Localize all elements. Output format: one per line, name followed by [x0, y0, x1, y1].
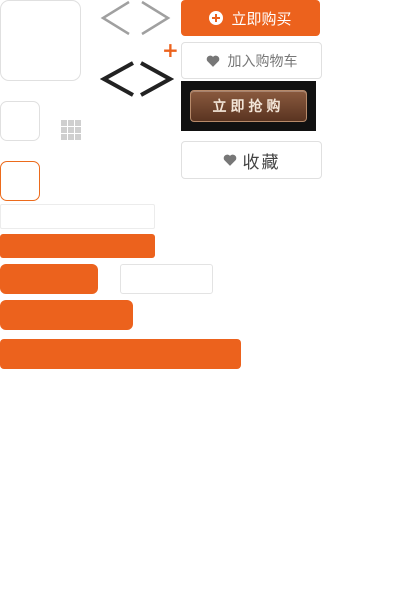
heart-icon: [206, 55, 219, 67]
add-to-cart-button[interactable]: 加入购物车: [181, 42, 322, 79]
thumbnail-placeholder-selected[interactable]: [0, 161, 40, 201]
input-field[interactable]: [0, 204, 155, 229]
thumbnail-placeholder-small[interactable]: [0, 101, 40, 141]
buy-now-label: 立即购买: [231, 9, 292, 28]
plus-circle-icon: [209, 11, 224, 25]
heart-icon: [223, 154, 236, 166]
orange-button[interactable]: [0, 300, 133, 330]
rush-buy-button[interactable]: 立即抢购: [181, 81, 316, 131]
buy-now-button[interactable]: 立即购买: [181, 0, 320, 36]
chevron-left-icon[interactable]: [100, 0, 132, 36]
chevron-right-icon[interactable]: [138, 60, 174, 98]
favorite-label: 收藏: [242, 152, 281, 173]
input-field[interactable]: [120, 264, 213, 294]
orange-bar[interactable]: [0, 234, 155, 258]
thumbnail-placeholder-large[interactable]: [0, 0, 81, 81]
grid-icon[interactable]: [61, 120, 81, 140]
chevron-right-icon[interactable]: [139, 0, 171, 36]
chevron-left-icon[interactable]: [100, 60, 136, 98]
orange-button[interactable]: [0, 264, 98, 294]
plus-sign: +: [162, 38, 179, 62]
orange-button-wide[interactable]: [0, 339, 241, 369]
add-to-cart-label: 加入购物车: [227, 53, 298, 70]
favorite-button[interactable]: 收藏: [181, 141, 322, 179]
rush-buy-label: 立即抢购: [190, 90, 307, 122]
